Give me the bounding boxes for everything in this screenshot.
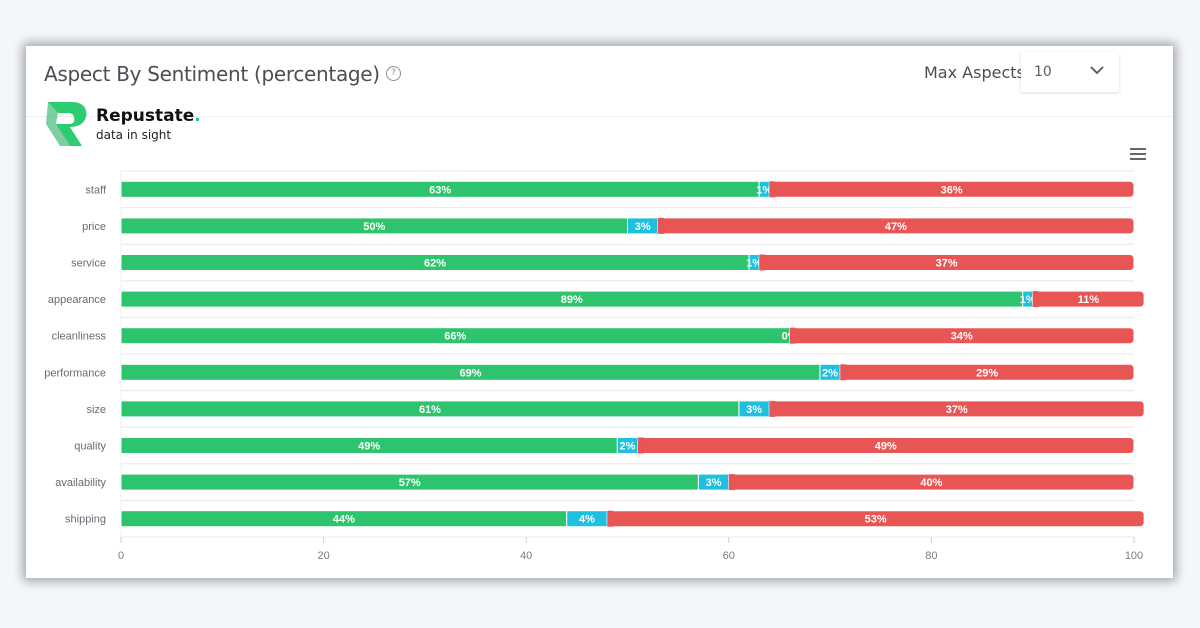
data-label: 61% — [419, 404, 441, 416]
data-label: 53% — [865, 514, 887, 526]
bar-segment-negative-edge — [657, 217, 664, 234]
data-label: 44% — [333, 514, 355, 526]
category-label: cleanliness — [52, 331, 107, 343]
data-label: 3% — [706, 477, 722, 489]
data-label: 47% — [885, 221, 907, 233]
data-label: 3% — [635, 221, 651, 233]
data-label: 29% — [976, 367, 998, 379]
bar-segment-negative-edge — [728, 474, 735, 491]
data-label: 37% — [946, 404, 968, 416]
category-label: appearance — [48, 294, 106, 306]
bar-segment-negative-edge — [769, 181, 776, 198]
data-label: 66% — [444, 331, 466, 343]
data-label: 40% — [920, 477, 942, 489]
data-label: 63% — [429, 184, 451, 196]
data-label: 2% — [620, 441, 636, 453]
stacked-bar-chart: 0 20 40 60 80 100staff 63% 1% 36%price 50% 3% 47%se… — [44, 170, 1145, 562]
category-label: staff — [85, 184, 107, 196]
data-label: 34% — [951, 331, 973, 343]
data-label: 69% — [459, 367, 481, 379]
data-label: 4% — [579, 514, 595, 526]
data-label: 3% — [746, 404, 762, 416]
data-label: 49% — [875, 441, 897, 453]
bar-segment-negative-edge — [840, 364, 847, 381]
x-tick-label: 40 — [520, 550, 532, 562]
data-label: 50% — [363, 221, 385, 233]
data-label: 36% — [941, 184, 963, 196]
category-label: shipping — [65, 514, 106, 526]
x-tick-label: 100 — [1125, 550, 1143, 562]
bar-segment-negative-edge — [769, 400, 776, 417]
category-label: service — [71, 258, 106, 270]
bar-segment-negative-edge — [607, 510, 614, 527]
data-label: 49% — [358, 441, 380, 453]
bar-segment-negative-edge — [789, 327, 796, 344]
data-label: 2% — [822, 367, 838, 379]
data-label: 57% — [399, 477, 421, 489]
category-label: performance — [44, 367, 106, 379]
bar-segment-negative-edge — [759, 254, 766, 271]
category-label: availability — [55, 477, 106, 489]
data-label: 89% — [561, 294, 583, 306]
x-tick-label: 20 — [317, 550, 329, 562]
category-label: quality — [74, 441, 106, 453]
category-label: size — [86, 404, 106, 416]
x-tick-label: 0 — [118, 550, 124, 562]
x-tick-label: 80 — [925, 550, 937, 562]
category-label: price — [82, 221, 106, 233]
x-tick-label: 60 — [723, 550, 735, 562]
bar-segment-negative-edge — [637, 437, 644, 454]
data-label: 11% — [1078, 294, 1100, 306]
data-label: 37% — [936, 258, 958, 270]
bar-segment-negative-edge — [1032, 291, 1039, 308]
data-label: 62% — [424, 258, 446, 270]
